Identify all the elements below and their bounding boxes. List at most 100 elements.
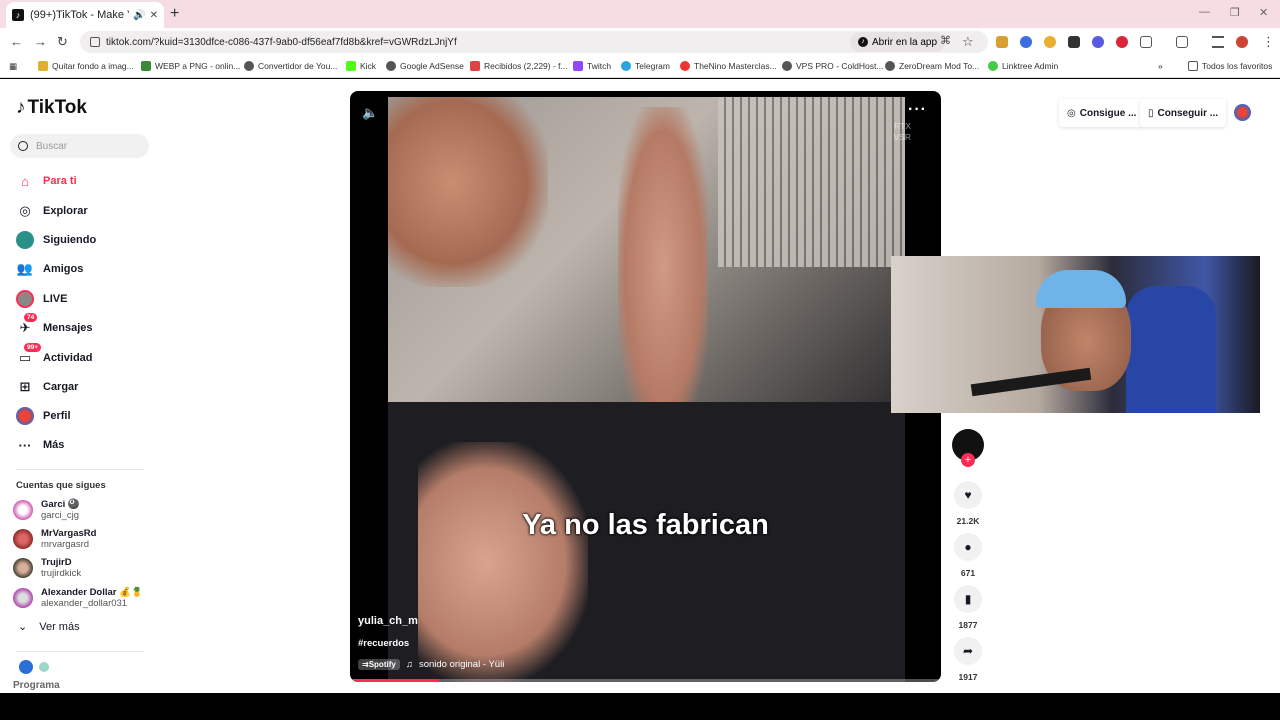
bookmark-item[interactable]: Telegram (621, 61, 670, 71)
all-favorites-folder[interactable]: Todos los favoritos (1188, 61, 1272, 71)
nav-mas[interactable]: ··· Más (16, 436, 65, 454)
tiktok-logo[interactable]: ♪ TikTok (16, 97, 87, 119)
reload-icon[interactable]: ↻ (57, 34, 68, 50)
back-icon[interactable]: ← (10, 34, 23, 49)
bookmark-item[interactable]: Linktree Admin (988, 61, 1058, 71)
side-panel-icon[interactable] (1176, 36, 1188, 48)
menu-kebab-icon[interactable]: ⋮ (1262, 34, 1275, 50)
maximize-icon[interactable]: ❐ (1230, 6, 1240, 19)
music-note-icon: ♫ (405, 659, 413, 670)
extensions-puzzle-icon[interactable] (1140, 36, 1152, 48)
comment-icon: ● (954, 533, 982, 561)
nav-cargar[interactable]: ⊞ Cargar (16, 378, 79, 396)
extension-icon[interactable] (1020, 36, 1032, 48)
account-name: TrujirD (41, 557, 72, 568)
nav-label: Explorar (43, 205, 88, 217)
extension-icon[interactable] (1044, 36, 1056, 48)
bookmark-item[interactable]: Quitar fondo a imag... (38, 61, 134, 71)
account-handle: garci_cjg (41, 510, 80, 521)
rtx-watermark: RTX VSR (893, 121, 911, 142)
nav-explorar[interactable]: ◎ Explorar (16, 202, 88, 220)
nav-label: Siguiendo (43, 234, 97, 246)
speaker-icon[interactable]: 🔊 (133, 10, 145, 21)
nav-mensajes[interactable]: ✈ 74 Mensajes (16, 313, 93, 337)
site-info-icon[interactable] (90, 37, 100, 47)
bookmark-item[interactable]: ZeroDream Mod To... (885, 61, 979, 71)
bookmark-star-icon[interactable]: ☆ (962, 34, 974, 50)
following-avatar-icon (16, 231, 34, 249)
bookmark-item[interactable]: VPS PRO - ColdHost... (782, 61, 883, 71)
nav-label: LIVE (43, 293, 68, 305)
extension-icon[interactable] (1068, 36, 1080, 48)
get-app-button[interactable]: ▯ Conseguir ... (1140, 99, 1227, 127)
video-username[interactable]: yulia_ch_m (358, 615, 418, 627)
followed-account[interactable]: Alexander Dollar 💰🍍 alexander_dollar031 (13, 587, 143, 609)
video-frame (388, 97, 905, 682)
followed-account[interactable]: TrujirD trujirdkick (13, 557, 81, 579)
profile-avatar-icon[interactable] (1236, 36, 1248, 48)
share-button[interactable]: ➦ 1917 (952, 637, 984, 682)
nav-siguiendo[interactable]: Siguiendo (16, 231, 96, 249)
webcam-mic (970, 367, 1092, 397)
nav-perfil[interactable]: Perfil (16, 407, 71, 425)
close-window-icon[interactable]: ✕ (1259, 6, 1268, 19)
bookmark-item[interactable]: Google AdSense (386, 61, 464, 71)
video-progress-bar[interactable] (350, 679, 941, 682)
see-more-label: Ver más (39, 620, 80, 633)
tiktok-note-icon: ♪ (16, 97, 26, 118)
bookmark-item[interactable]: Recibidos (2,229) - f... (470, 61, 568, 71)
nav-amigos[interactable]: 👥 Amigos (16, 260, 83, 278)
video-progress-fill (350, 679, 439, 682)
nav-para-ti[interactable]: ⌂ Para ti (16, 172, 77, 190)
open-in-app-button[interactable]: ♪ Abrir en la app (850, 32, 946, 52)
share-icon: ➦ (954, 637, 982, 665)
get-coins-button[interactable]: ◎ Consigue ... (1059, 99, 1145, 127)
new-tab-icon[interactable]: + (170, 5, 179, 23)
nav-label: Perfil (43, 410, 71, 422)
save-button[interactable]: ▮ 1877 (952, 585, 984, 630)
translate-icon[interactable]: ⌘ (940, 34, 951, 47)
program-link[interactable]: Programa (13, 680, 60, 691)
bookmarks-overflow-icon[interactable]: » (1158, 61, 1163, 71)
user-avatar[interactable] (1234, 104, 1251, 121)
sound-name: sonido original - Yüli (418, 659, 505, 670)
comment-button[interactable]: ● 671 (952, 533, 984, 578)
browser-tab[interactable]: ♪ (99+)TikTok - Make Your D... 🔊 ✕ (6, 2, 164, 28)
close-tab-icon[interactable]: ✕ (150, 10, 158, 21)
video-player[interactable]: 🔈 ··· RTX VSR Ya no las fabrican yulia_ch… (350, 91, 941, 682)
like-button[interactable]: ♥ 21.2K (952, 481, 984, 526)
coin-icon: ◎ (1067, 107, 1076, 119)
bookmark-item[interactable]: Kick (346, 61, 376, 71)
video-hashtag[interactable]: #recuerdos (358, 638, 409, 649)
adblock-icon[interactable] (1116, 36, 1128, 48)
follow-plus-icon[interactable]: + (961, 453, 975, 467)
extension-icon[interactable] (1092, 36, 1104, 48)
video-thumb (618, 107, 708, 427)
account-handle: mrvargasrd (41, 539, 90, 550)
forward-icon[interactable]: → (34, 34, 47, 49)
apps-grid-icon[interactable]: ▦ (9, 61, 17, 72)
reading-list-icon[interactable] (1212, 36, 1224, 48)
tiktok-page: ♪ TikTok Buscar ⌂ Para ti ◎ Explorar Sig… (0, 79, 1280, 693)
bookmark-item[interactable]: Twitch (573, 61, 611, 71)
search-input[interactable]: Buscar (10, 134, 149, 158)
see-more-button[interactable]: ⌄ Ver más (18, 620, 80, 634)
bookmark-item[interactable]: TheNino Masterclas... (680, 61, 777, 71)
followed-account[interactable]: Garci 🎱 garci_cjg (13, 499, 80, 521)
webcam-cap (1036, 270, 1126, 308)
bookmark-item[interactable]: WEBP a PNG - onlin... (141, 61, 240, 71)
video-sound[interactable]: ⇉Spotify ♫ sonido original - Yüli (358, 659, 504, 670)
bookmark-item[interactable]: Convertidor de You... (244, 61, 337, 71)
more-options-icon[interactable]: ··· (908, 101, 927, 119)
get-coins-label: Consigue ... (1079, 107, 1137, 119)
minimize-icon[interactable]: — (1199, 6, 1210, 18)
more-icon: ··· (18, 437, 32, 453)
followed-account[interactable]: MrVargasRd mrvargasrd (13, 528, 96, 550)
avatar (13, 500, 33, 520)
spotify-badge[interactable]: ⇉Spotify (358, 659, 400, 670)
volume-icon[interactable]: 🔈 (362, 105, 378, 121)
extension-icon[interactable] (996, 36, 1008, 48)
nav-actividad[interactable]: ▭ 99+ Actividad (16, 343, 93, 367)
nav-live[interactable]: LIVE (16, 290, 67, 308)
nav-label: Amigos (43, 263, 84, 275)
